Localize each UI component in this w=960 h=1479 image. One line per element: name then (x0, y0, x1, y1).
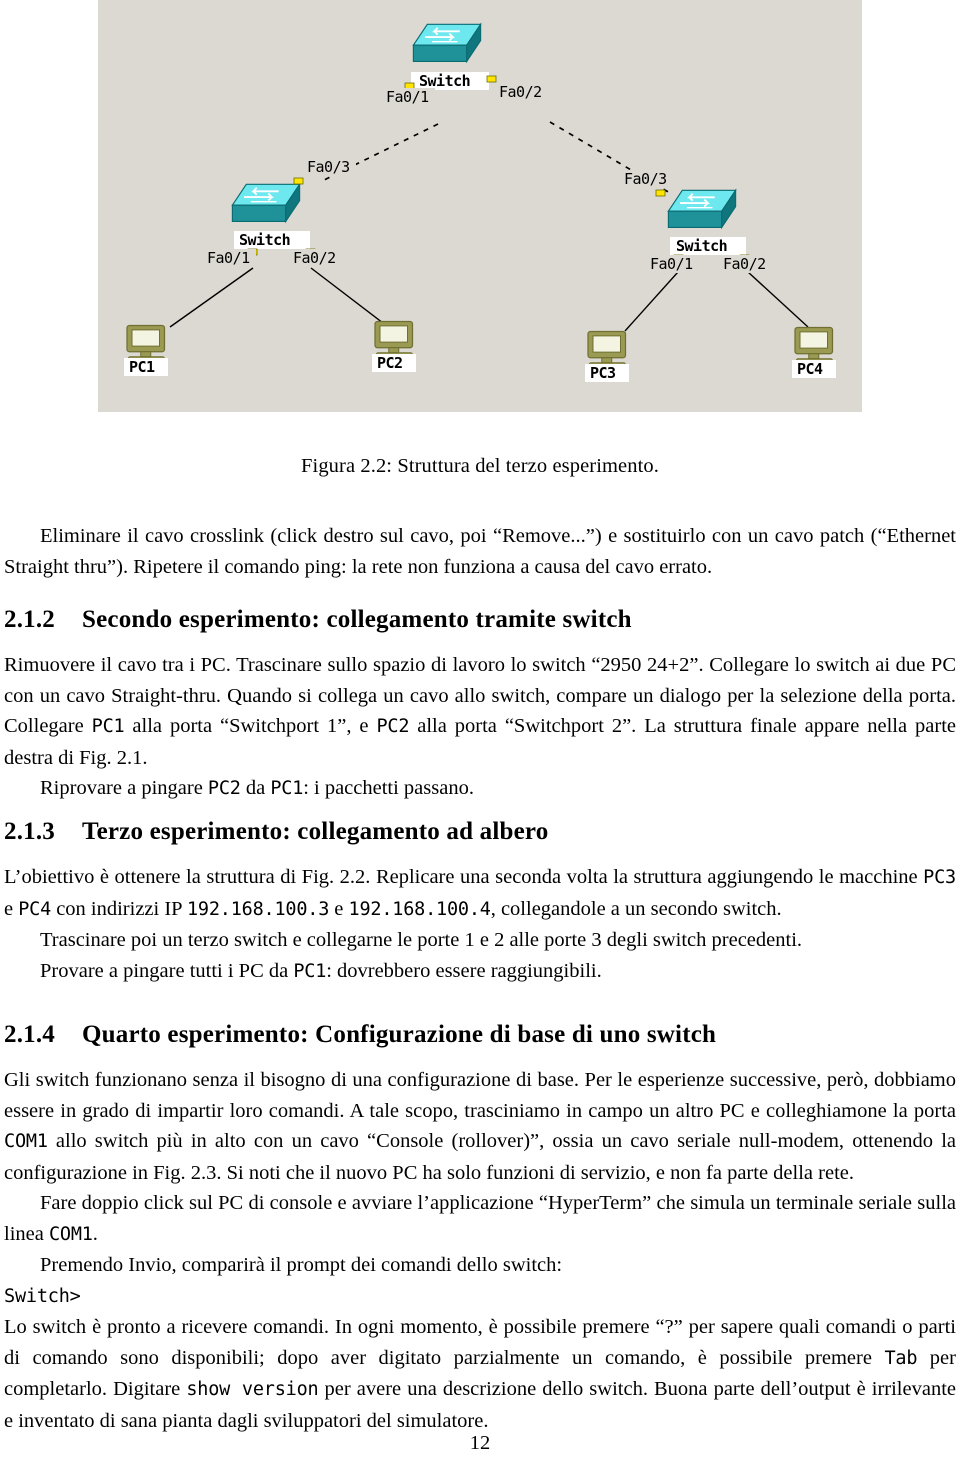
node-switch-right[interactable]: Switch (655, 189, 750, 262)
section-number-2-1-2: 2.1.2 (4, 606, 55, 633)
paragraph-intro: Eliminare il cavo crosslink (click destr… (4, 521, 956, 582)
port-label-right-fa01: Fa0/1 (649, 255, 699, 273)
port-label-top-fa01: Fa0/1 (385, 88, 435, 106)
code-pc1: PC1 (91, 716, 125, 737)
terminal-prompt: Switch> (4, 1285, 81, 1307)
para-3-seg-3: con indirizzi IP (51, 897, 187, 920)
svg-text:Fa0/2: Fa0/2 (499, 83, 542, 101)
section-title-2-1-3: Terzo esperimento: collegamento ad alber… (82, 818, 549, 845)
para-3-seg-2: e (4, 897, 19, 920)
para-4-seg-4: . (92, 1222, 98, 1245)
para-3-seg-6: Trascinare poi un terzo switch e collega… (40, 929, 803, 951)
code-pc2b: PC2 (207, 778, 241, 799)
node-label-pc4: PC4 (797, 360, 823, 378)
node-pc2[interactable]: PC2 (372, 320, 416, 373)
para-2-seg-4: Riprovare a pingare (40, 777, 208, 799)
code-ip-192-168-100-4: 192.168.100.4 (348, 898, 491, 920)
svg-text:Fa0/1: Fa0/1 (207, 249, 250, 267)
link-switch-left-to-pc2 (310, 267, 384, 324)
para-4-seg-5: Premendo Invio, comparirà il prompt dei … (40, 1254, 563, 1276)
para-3-seg-8: : dovrebbero essere raggiungibili. (326, 959, 602, 982)
code-pc1b: PC1 (270, 778, 304, 799)
code-tab-key: Tab (884, 1347, 918, 1369)
figure-caption: Figura 2.2: Struttura del terzo esperime… (301, 455, 659, 477)
port-label-top-fa02: Fa0/2 (498, 83, 548, 101)
port-marker-left-fa03 (293, 177, 304, 185)
para-2-seg-2: alla porta “Switchport 1”, e (124, 715, 377, 737)
code-pc3: PC3 (923, 867, 956, 888)
port-label-left-fa03: Fa0/3 (306, 158, 356, 176)
code-ip-192-168-100-3: 192.168.100.3 (186, 898, 330, 920)
node-pc1[interactable]: PC1 (124, 324, 168, 377)
para-3-seg-5: , collegandole a un secondo switch. (490, 897, 782, 920)
section-number-2-1-4: 2.1.4 (4, 1021, 55, 1048)
svg-text:Fa0/1: Fa0/1 (650, 255, 693, 273)
link-switch-right-to-pc4 (747, 271, 809, 328)
para-4-seg-3: Fare doppio click sul PC di console e av… (4, 1192, 956, 1245)
section-title-2-1-4: Quarto esperimento: Configurazione di ba… (82, 1021, 717, 1048)
para-4-seg-2: allo switch più in alto con un cavo “Con… (4, 1130, 956, 1184)
port-label-right-fa02: Fa0/2 (722, 255, 772, 273)
node-switch-top[interactable]: Switch (404, 23, 497, 90)
node-switch-left[interactable]: Switch (231, 177, 316, 256)
code-com1: COM1 (4, 1131, 48, 1152)
section-heading-2-1-3: 2.1.3 Terzo esperimento: collegamento ad … (4, 817, 956, 847)
link-switch-right-to-pc3 (624, 271, 679, 332)
port-label-right-fa03: Fa0/3 (623, 170, 673, 188)
code-pc4: PC4 (18, 898, 52, 920)
code-pc1-ping: PC1 (293, 960, 327, 982)
para-3-seg-7: Provare a pingare tutti i PC da (40, 959, 294, 982)
network-topology-diagram: Switch Fa0/1 Fa0/2 Switch Fa0/3 Fa0/1 Fa… (124, 23, 836, 383)
para-4-seg-1: Gli switch funzionano senza il bisogno d… (4, 1069, 956, 1122)
section-title-2-1-2: Secondo esperimento: collegamento tramit… (82, 606, 632, 633)
node-label-pc2: PC2 (377, 354, 403, 372)
section-heading-2-1-2: 2.1.2 Secondo esperimento: collegamento t… (4, 605, 956, 635)
port-label-left-fa02: Fa0/2 (292, 249, 342, 267)
para-4-seg-6: Lo switch è pronto a ricevere comandi. I… (4, 1316, 956, 1369)
paragraph-secondo-esperimento: Rimuovere il cavo tra i PC. Trascinare s… (4, 650, 956, 805)
svg-text:Fa0/1: Fa0/1 (386, 88, 429, 106)
svg-text:Fa0/3: Fa0/3 (624, 170, 667, 188)
section-heading-2-1-4: 2.1.4 Quarto esperimento: Configurazione … (4, 1020, 956, 1050)
paragraph-quarto-esperimento: Gli switch funzionano senza il bisogno d… (4, 1065, 956, 1436)
paragraph-terzo-esperimento: L’obiettivo è ottenere la struttura di F… (4, 862, 956, 987)
node-pc3[interactable]: PC3 (585, 330, 629, 383)
svg-text:Fa0/2: Fa0/2 (293, 249, 336, 267)
node-label-pc1: PC1 (129, 358, 155, 376)
code-show-version: show version (186, 1379, 319, 1400)
link-switch-left-to-pc1 (169, 267, 254, 328)
port-label-left-fa01: Fa0/1 (206, 249, 256, 267)
port-marker-top-fa02 (486, 75, 497, 83)
para-1-line-1: Eliminare il cavo crosslink (click destr… (40, 525, 865, 547)
para-3-seg-1: L’obiettivo è ottenere la struttura di F… (4, 866, 924, 888)
svg-text:Fa0/3: Fa0/3 (307, 158, 350, 176)
code-com1b: COM1 (48, 1223, 93, 1245)
node-label-pc3: PC3 (590, 364, 616, 382)
page-number: 12 (469, 1432, 491, 1454)
port-marker-right-fa03 (655, 189, 666, 197)
node-pc4[interactable]: PC4 (792, 326, 836, 379)
para-2-seg-5: da (240, 777, 271, 799)
para-3-seg-4: e (329, 897, 349, 920)
code-pc2: PC2 (376, 716, 410, 737)
svg-text:Fa0/2: Fa0/2 (723, 255, 766, 273)
para-2-seg-6: : i pacchetti passano. (303, 777, 474, 799)
node-label-switch-right: Switch (676, 237, 727, 255)
figure-image: Switch Fa0/1 Fa0/2 Switch Fa0/3 Fa0/1 Fa… (98, 0, 862, 412)
node-label-switch-left: Switch (239, 231, 290, 249)
section-number-2-1-3: 2.1.3 (4, 818, 55, 845)
